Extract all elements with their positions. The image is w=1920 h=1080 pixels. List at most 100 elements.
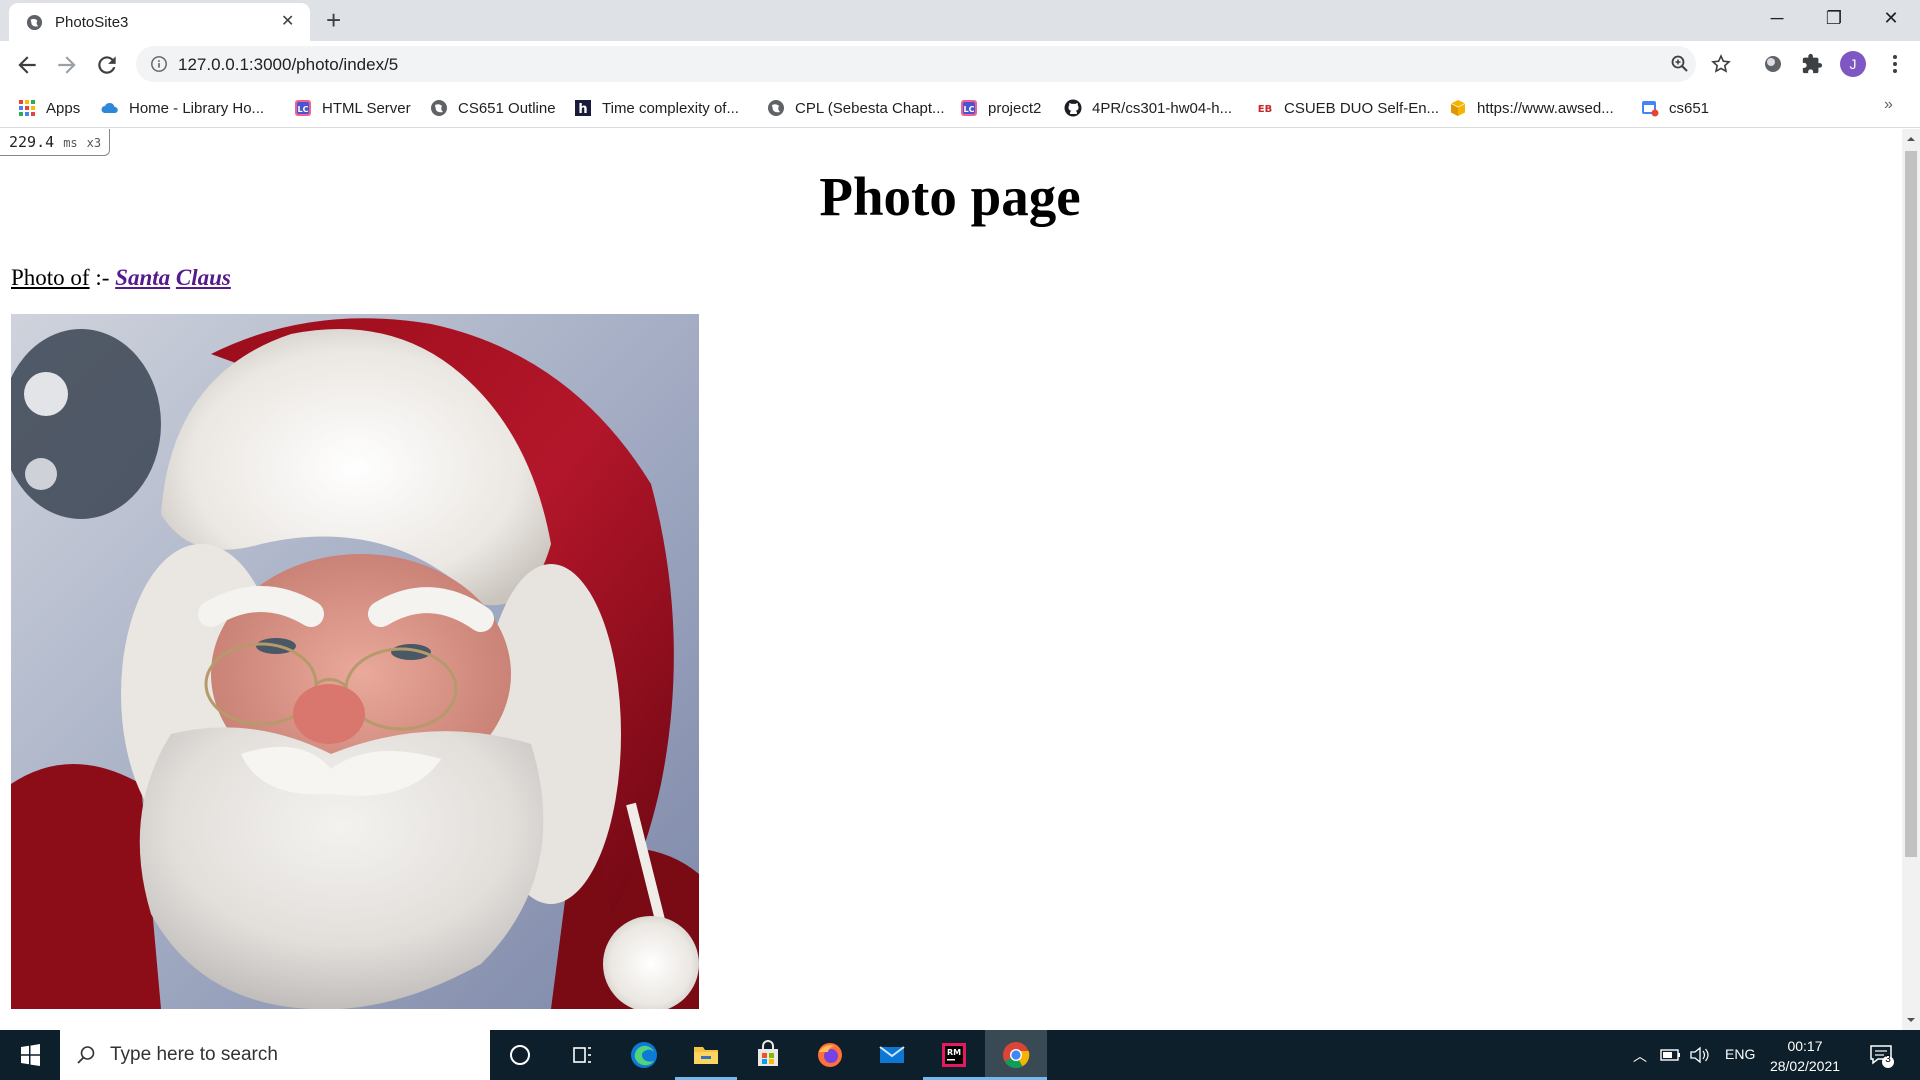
reload-icon[interactable] <box>94 52 120 78</box>
eb-logo-icon: EB <box>1258 104 1272 115</box>
bookmark-apps[interactable]: Apps <box>18 96 80 120</box>
github-icon <box>1064 99 1082 117</box>
svg-text:h: h <box>578 102 587 117</box>
taskbar-search-box[interactable]: Type here to search <box>60 1030 490 1080</box>
svg-text:LC: LC <box>298 105 309 114</box>
bookmark-label: https://www.awsed... <box>1477 99 1614 117</box>
calendar-icon <box>1642 101 1659 117</box>
folder-icon <box>694 1047 718 1064</box>
bookmark-html-server[interactable]: LC HTML Server <box>294 96 411 120</box>
tab-photosite3[interactable]: PhotoSite3 ✕ <box>9 3 310 41</box>
store-bag-icon <box>758 1040 778 1066</box>
firefox-icon <box>818 1043 842 1067</box>
globe-icon <box>768 100 784 116</box>
taskbar-rubymine[interactable]: RM <box>923 1030 985 1080</box>
back-arrow-icon[interactable] <box>14 52 40 78</box>
separator: :- <box>89 265 116 290</box>
clock-date: 28/02/2021 <box>1769 1058 1841 1074</box>
taskbar-edge[interactable] <box>613 1030 675 1080</box>
minimize-window-button[interactable]: ─ <box>1765 6 1789 30</box>
bookmark-cs301-hw04[interactable]: 4PR/cs301-hw04-h... <box>1064 96 1232 120</box>
bookmark-label: cs651 <box>1669 99 1710 117</box>
search-icon <box>77 1046 95 1064</box>
box-icon <box>1450 100 1466 116</box>
more-bookmarks-button[interactable]: » <box>1884 96 1893 114</box>
zoom-icon[interactable] <box>1670 54 1690 74</box>
close-window-button[interactable]: ✕ <box>1879 6 1903 30</box>
windows-start-icon[interactable] <box>0 1030 60 1080</box>
apps-grid-icon <box>19 100 35 116</box>
cortana-button[interactable] <box>489 1030 551 1080</box>
rubymine-icon: RM <box>942 1043 966 1067</box>
new-tab-button[interactable]: + <box>326 7 341 33</box>
leetcode-icon: LC <box>961 100 977 116</box>
language-indicator[interactable]: ENG <box>1725 1046 1755 1062</box>
notification-count: 3 <box>1885 1054 1891 1065</box>
bookmark-home-library[interactable]: Home - Library Ho... <box>101 96 264 120</box>
extension-circle-icon[interactable] <box>1762 53 1784 75</box>
bookmark-csueb-duo[interactable]: EB CSUEB DUO Self-En... <box>1256 96 1439 120</box>
bookmark-cpl-sebesta[interactable]: CPL (Sebesta Chapt... <box>767 96 945 120</box>
bookmark-label: CSUEB DUO Self-En... <box>1284 99 1440 117</box>
cloud-icon <box>101 102 118 113</box>
clock-time: 00:17 <box>1787 1038 1823 1054</box>
menu-dots-icon[interactable] <box>1884 53 1906 75</box>
bookmark-label: Apps <box>46 99 81 117</box>
bookmark-label: project2 <box>988 99 1042 117</box>
bookmark-star-icon[interactable] <box>1711 54 1731 74</box>
bookmark-label: Home - Library Ho... <box>129 99 265 117</box>
restore-window-button[interactable]: ❐ <box>1822 6 1846 30</box>
cortana-circle-icon <box>510 1045 530 1065</box>
scroll-up-arrow-icon[interactable] <box>1906 134 1916 144</box>
task-view-button[interactable] <box>551 1030 613 1080</box>
show-hidden-icons-button[interactable]: ︿ <box>1633 1046 1647 1066</box>
bookmark-time-complexity[interactable]: h Time complexity of... <box>574 96 739 120</box>
task-view-icon <box>573 1047 591 1063</box>
bookmark-label: Time complexity of... <box>602 99 739 117</box>
svg-text:LC: LC <box>964 105 975 114</box>
bookmarks-bar: Apps Home - Library Ho... LC HTML Server… <box>0 88 1920 128</box>
perf-value: 229.4 <box>9 133 55 151</box>
bookmark-cs651-outline[interactable]: CS651 Outline <box>430 96 556 120</box>
forward-arrow-icon[interactable] <box>54 52 80 78</box>
bookmark-label: HTML Server <box>322 99 411 117</box>
search-placeholder: Type here to search <box>110 1044 278 1065</box>
address-bar[interactable]: 127.0.0.1:3000/photo/index/5 <box>136 46 1731 82</box>
globe-icon <box>431 100 447 116</box>
battery-icon[interactable] <box>1660 1047 1682 1063</box>
bookmark-awsed[interactable]: https://www.awsed... <box>1449 96 1614 120</box>
bookmark-cs651[interactable]: cs651 <box>1641 96 1709 120</box>
svg-text:EB: EB <box>1258 104 1272 115</box>
taskbar-store[interactable] <box>737 1030 799 1080</box>
tab-title: PhotoSite3 <box>55 14 129 31</box>
bookmark-label: CPL (Sebesta Chapt... <box>795 99 945 117</box>
edge-browser-icon <box>631 1042 657 1068</box>
vertical-scrollbar[interactable] <box>1902 129 1920 1030</box>
speaker-icon[interactable] <box>1689 1046 1709 1064</box>
last-name-link[interactable]: Claus <box>176 265 231 290</box>
bookmark-label: CS651 Outline <box>458 99 556 117</box>
h-logo-icon: h <box>575 100 591 117</box>
windows-taskbar: Type here to search RM ︿ ENG 00:17 28/02… <box>0 1030 1920 1080</box>
scroll-down-arrow-icon[interactable] <box>1906 1015 1916 1025</box>
page-title: Photo page <box>819 166 1081 227</box>
tab-strip: PhotoSite3 ✕ + ─ ❐ ✕ <box>0 0 1920 41</box>
info-icon[interactable] <box>150 55 168 73</box>
taskbar-mail[interactable] <box>861 1030 923 1080</box>
taskbar-file-explorer[interactable] <box>675 1030 737 1080</box>
perf-count: x3 <box>86 136 102 150</box>
url-text: 127.0.0.1:3000/photo/index/5 <box>178 55 399 74</box>
extensions-puzzle-icon[interactable] <box>1801 53 1823 75</box>
scrollbar-thumb[interactable] <box>1905 151 1917 857</box>
profile-avatar[interactable]: J <box>1840 51 1866 77</box>
close-tab-icon[interactable]: ✕ <box>281 13 294 31</box>
first-name-link[interactable]: Santa <box>115 265 170 290</box>
system-clock[interactable]: 00:17 28/02/2021 <box>1760 1036 1850 1076</box>
taskbar-chrome[interactable] <box>985 1030 1047 1080</box>
photo-of-label: Photo of <box>11 265 90 290</box>
notifications-button[interactable]: 3 <box>1868 1042 1894 1068</box>
globe-icon <box>26 14 43 31</box>
bookmark-project2[interactable]: LC project2 <box>960 96 1041 120</box>
leetcode-icon: LC <box>295 100 311 116</box>
taskbar-firefox[interactable] <box>799 1030 861 1080</box>
